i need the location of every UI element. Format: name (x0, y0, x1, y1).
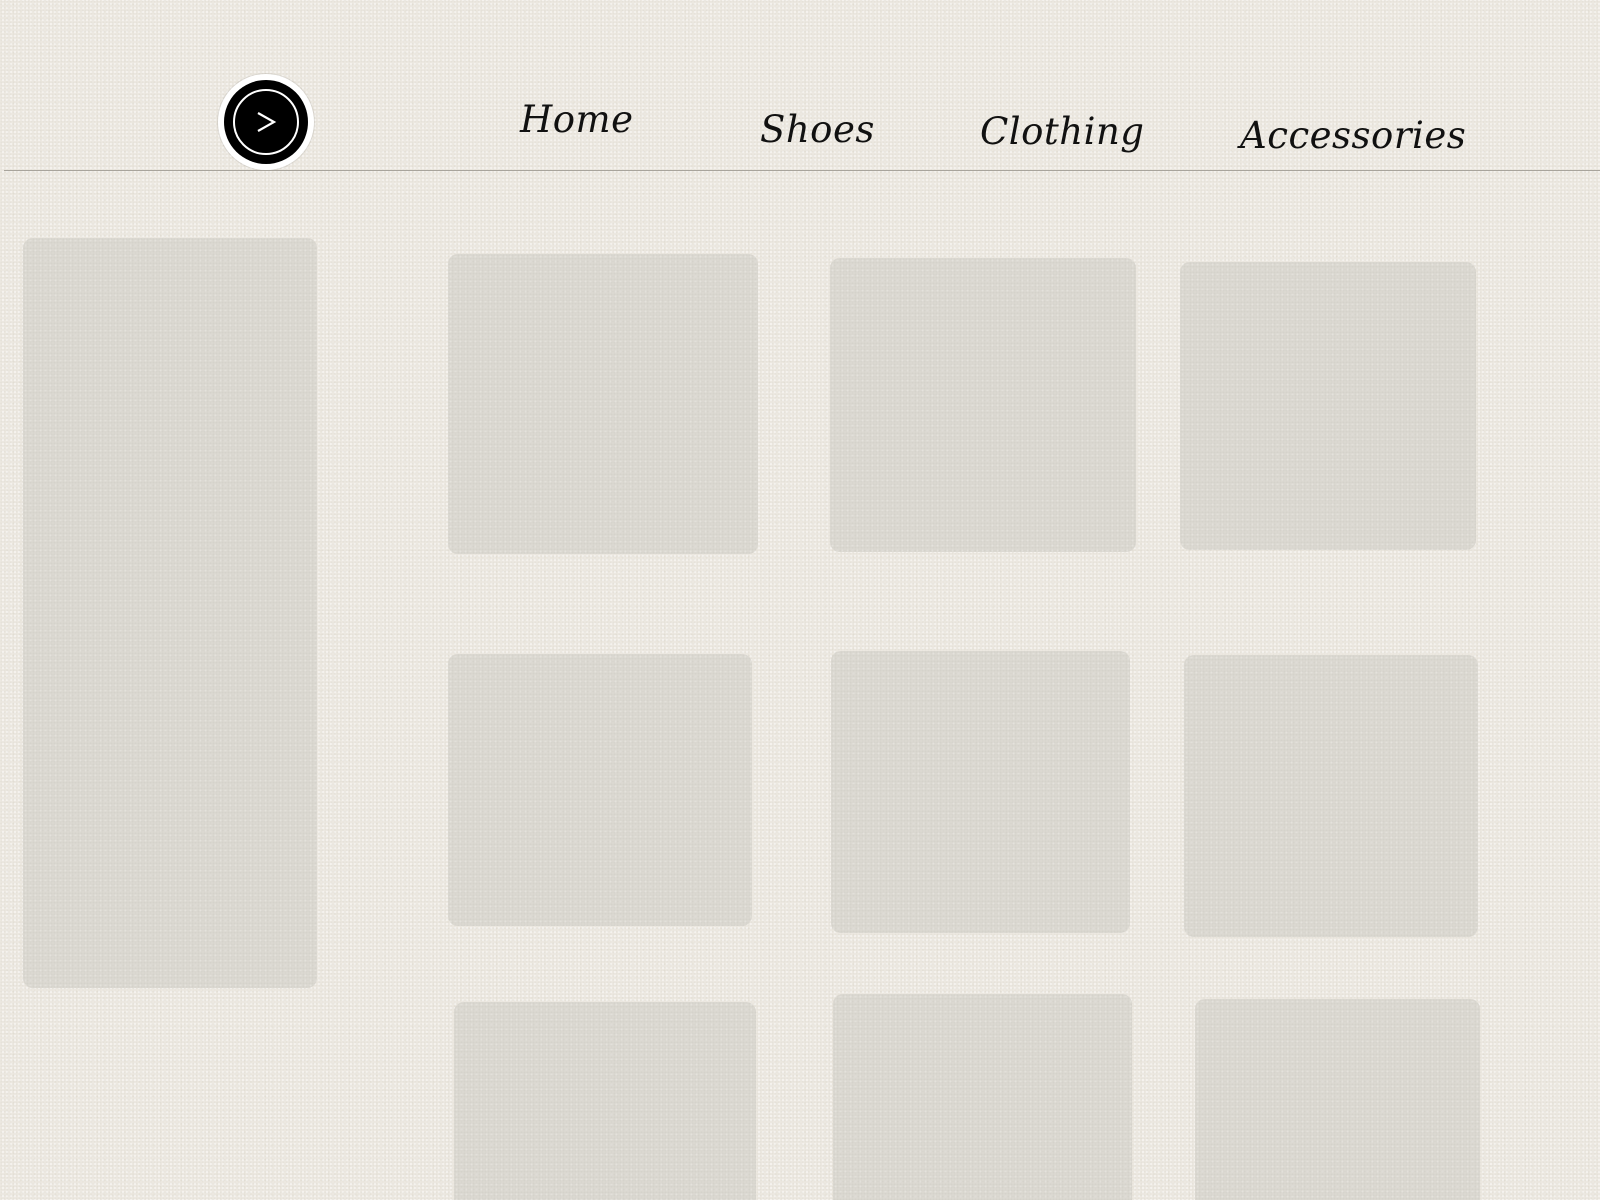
product-tile[interactable] (1195, 999, 1480, 1200)
product-tile[interactable] (448, 254, 758, 554)
logo-button[interactable] (218, 74, 314, 170)
nav-home-link[interactable]: Home (520, 98, 634, 141)
sidebar-panel (23, 238, 317, 988)
product-tile[interactable] (830, 258, 1136, 552)
header-divider (4, 170, 1600, 171)
product-tile[interactable] (1184, 655, 1478, 937)
site-header: Home Shoes Clothing Accessories (0, 0, 1600, 172)
product-tile[interactable] (448, 654, 752, 926)
nav-clothing-link[interactable]: Clothing (980, 110, 1144, 153)
product-tile[interactable] (1180, 262, 1476, 550)
chevron-right-icon (257, 112, 277, 132)
logo-circle (224, 80, 308, 164)
product-tile[interactable] (831, 651, 1130, 933)
nav-shoes-link[interactable]: Shoes (760, 108, 875, 151)
product-tile[interactable] (833, 994, 1132, 1200)
product-tile[interactable] (454, 1002, 756, 1200)
nav-accessories-link[interactable]: Accessories (1240, 114, 1466, 157)
